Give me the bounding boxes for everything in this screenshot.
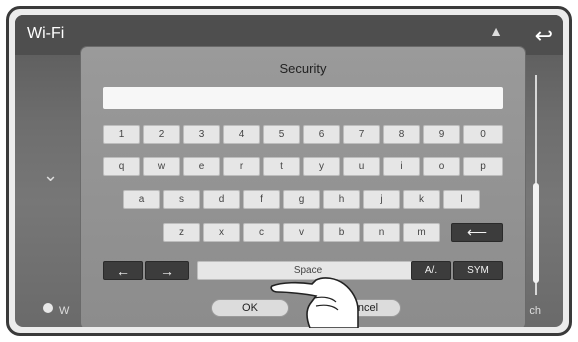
case-toggle-key[interactable]: A/. xyxy=(411,261,451,280)
key-4[interactable]: 4 xyxy=(223,125,260,144)
key-b[interactable]: b xyxy=(323,223,360,242)
right-arrow-key[interactable]: → xyxy=(145,261,189,280)
key-o[interactable]: o xyxy=(423,157,460,176)
caret-up-icon: ▲ xyxy=(489,23,503,39)
key-x[interactable]: x xyxy=(203,223,240,242)
key-5[interactable]: 5 xyxy=(263,125,300,144)
key-0[interactable]: 0 xyxy=(463,125,503,144)
key-i[interactable]: i xyxy=(383,157,420,176)
status-dot-icon xyxy=(43,303,53,313)
key-d[interactable]: d xyxy=(203,190,240,209)
key-2[interactable]: 2 xyxy=(143,125,180,144)
key-t[interactable]: t xyxy=(263,157,300,176)
key-f[interactable]: f xyxy=(243,190,280,209)
key-1[interactable]: 1 xyxy=(103,125,140,144)
key-p[interactable]: p xyxy=(463,157,503,176)
key-7[interactable]: 7 xyxy=(343,125,380,144)
left-arrow-key[interactable]: ← xyxy=(103,261,143,280)
key-k[interactable]: k xyxy=(403,190,440,209)
key-y[interactable]: y xyxy=(303,157,340,176)
key-h[interactable]: h xyxy=(323,190,360,209)
key-3[interactable]: 3 xyxy=(183,125,220,144)
key-n[interactable]: n xyxy=(363,223,400,242)
key-u[interactable]: u xyxy=(343,157,380,176)
bottom-left-label: W xyxy=(59,305,70,317)
key-g[interactable]: g xyxy=(283,190,320,209)
return-icon[interactable]: ↩ xyxy=(535,23,553,49)
key-r[interactable]: r xyxy=(223,157,260,176)
scroll-thumb[interactable] xyxy=(533,183,539,283)
key-6[interactable]: 6 xyxy=(303,125,340,144)
chevron-down-icon: ⌄ xyxy=(43,165,59,185)
key-c[interactable]: c xyxy=(243,223,280,242)
key-w[interactable]: w xyxy=(143,157,180,176)
screen-title: Wi-Fi xyxy=(27,25,65,42)
backspace-key[interactable]: ⟵ xyxy=(451,223,503,242)
bottom-right-label: ch xyxy=(529,305,541,317)
key-z[interactable]: z xyxy=(163,223,200,242)
key-a[interactable]: a xyxy=(123,190,160,209)
key-8[interactable]: 8 xyxy=(383,125,420,144)
key-9[interactable]: 9 xyxy=(423,125,460,144)
key-q[interactable]: q xyxy=(103,157,140,176)
dialog-title: Security xyxy=(279,61,327,76)
key-j[interactable]: j xyxy=(363,190,400,209)
key-m[interactable]: m xyxy=(403,223,440,242)
pointing-hand-icon xyxy=(270,277,359,328)
key-l[interactable]: l xyxy=(443,190,480,209)
key-s[interactable]: s xyxy=(163,190,200,209)
key-e[interactable]: e xyxy=(183,157,220,176)
security-key-input[interactable] xyxy=(103,87,503,109)
key-v[interactable]: v xyxy=(283,223,320,242)
symbol-key[interactable]: SYM xyxy=(453,261,503,280)
